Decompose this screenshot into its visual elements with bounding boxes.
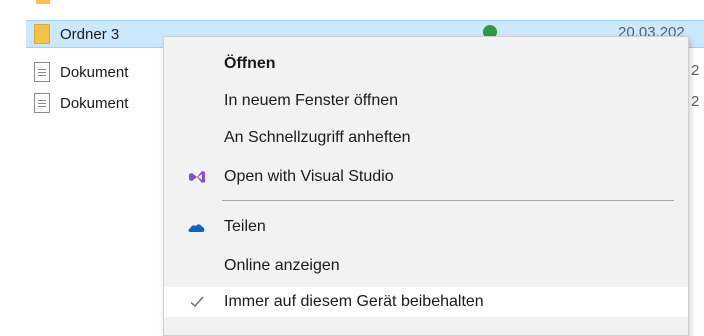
menu-item-share[interactable]: Teilen	[164, 212, 688, 242]
file-name: Dokument	[60, 63, 129, 81]
menu-item-open[interactable]: Öffnen	[164, 49, 688, 79]
file-date-fragment: 2	[691, 93, 700, 110]
onedrive-cloud-icon	[188, 224, 205, 232]
menu-item-label: Open with Visual Studio	[224, 168, 394, 185]
context-menu: Öffnen In neuem Fenster öffnen An Schnel…	[163, 36, 689, 336]
menu-separator	[222, 200, 674, 201]
menu-item-open-visual-studio[interactable]: Open with Visual Studio	[164, 162, 688, 192]
document-icon	[34, 62, 50, 82]
menu-item-label: Online anzeigen	[224, 257, 340, 274]
menu-item-always-keep-on-device[interactable]: Immer auf diesem Gerät beibehalten	[164, 287, 688, 317]
visual-studio-icon	[189, 171, 205, 183]
menu-item-open-new-window[interactable]: In neuem Fenster öffnen	[164, 86, 688, 116]
checkmark-icon	[190, 296, 204, 307]
file-date-fragment: 2	[691, 62, 700, 79]
file-name: Dokument	[60, 94, 129, 112]
menu-item-label: In neuem Fenster öffnen	[224, 92, 399, 109]
document-icon	[34, 93, 50, 113]
menu-item-pin-quick-access[interactable]: An Schnellzugriff anheften	[164, 123, 688, 153]
menu-item-label: An Schnellzugriff anheften	[224, 129, 411, 146]
folder-icon-partial	[36, 0, 50, 4]
menu-item-label: Teilen	[224, 218, 266, 235]
menu-item-view-online[interactable]: Online anzeigen	[164, 251, 688, 281]
menu-item-label: Öffnen	[224, 55, 276, 72]
file-name: Ordner 3	[60, 25, 120, 43]
menu-item-label: Immer auf diesem Gerät beibehalten	[224, 293, 484, 310]
folder-icon	[34, 24, 50, 44]
